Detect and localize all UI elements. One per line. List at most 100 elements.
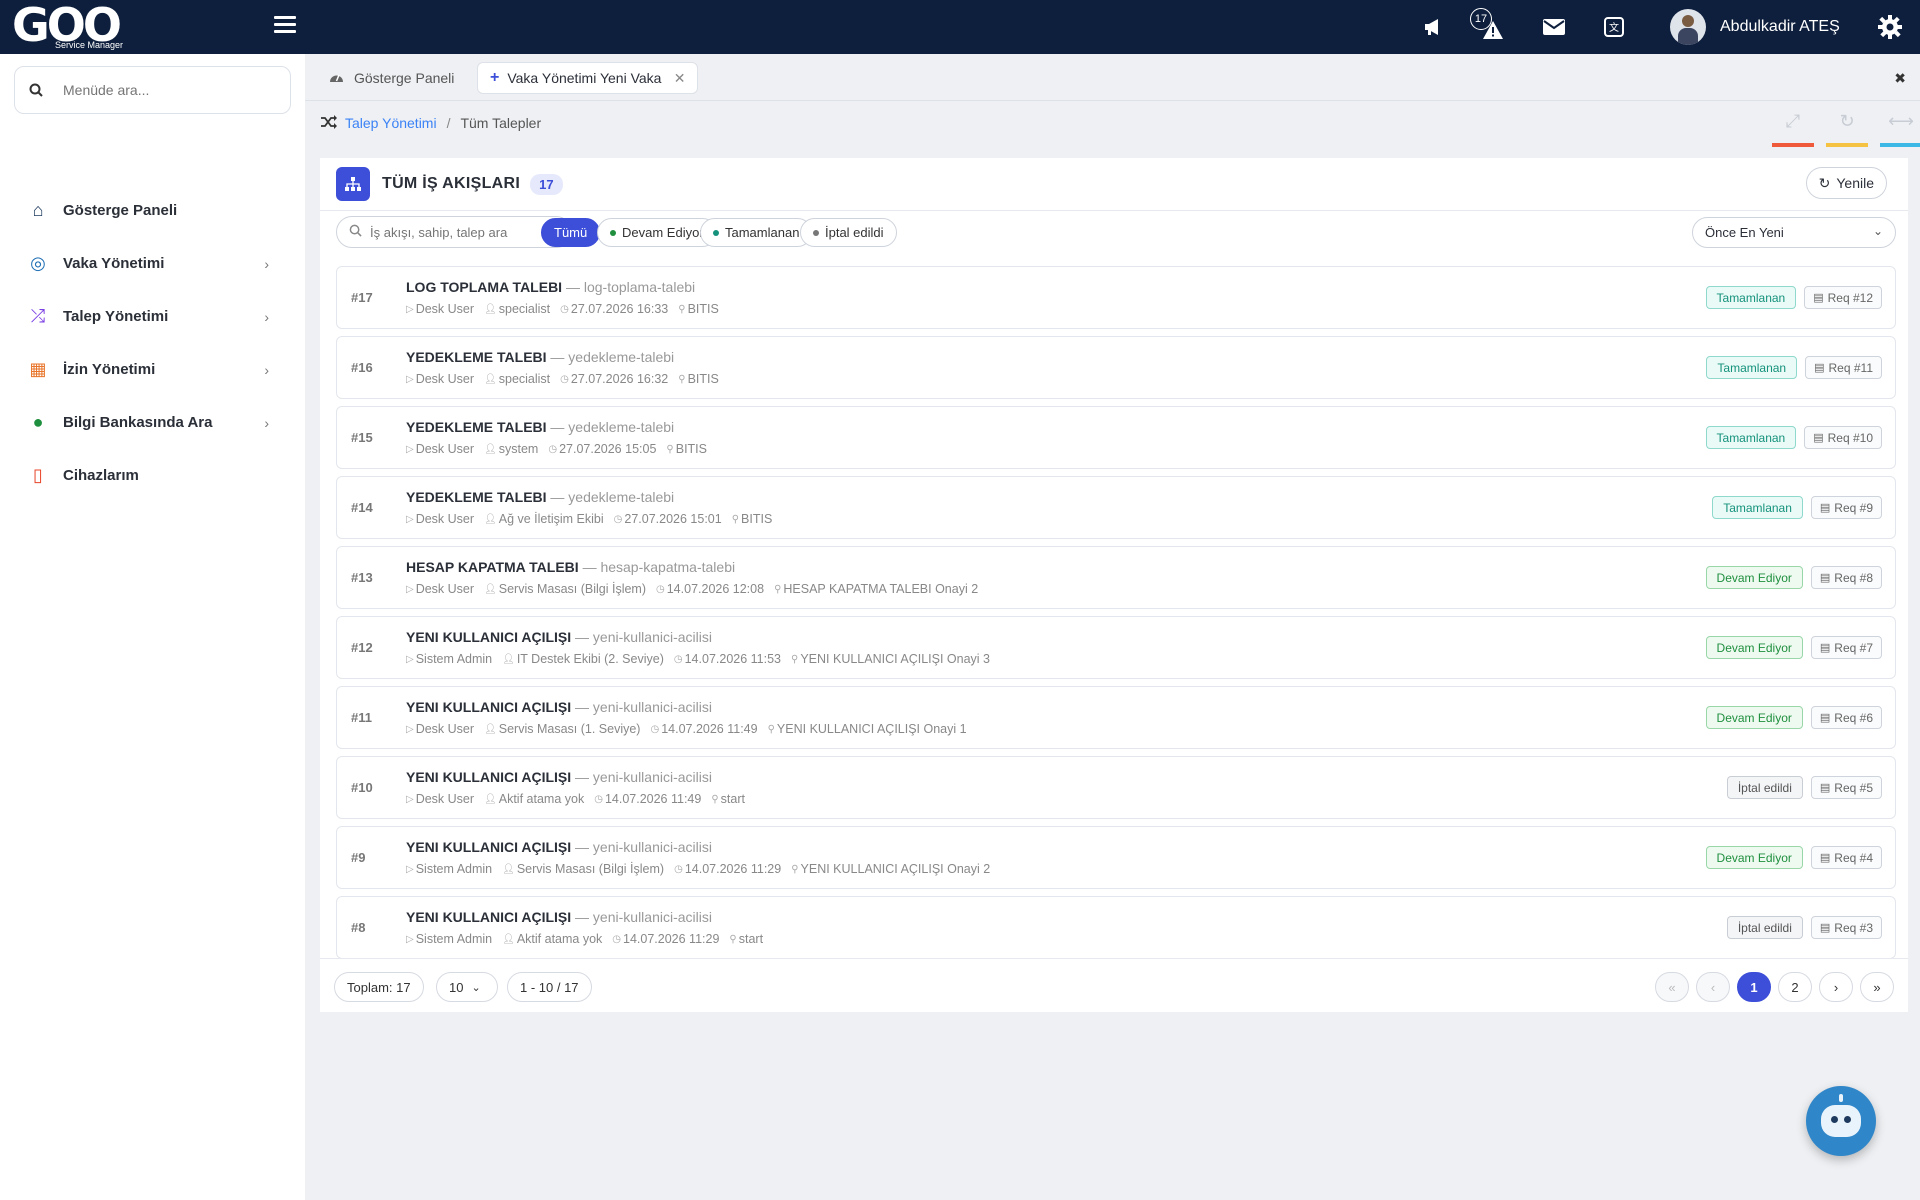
request-label: Req #9 [1834, 500, 1873, 515]
avatar [1670, 9, 1706, 45]
tab-new-case[interactable]: + Vaka Yönetimi Yeni Vaka ✕ [477, 62, 699, 94]
tab-label: Gösterge Paneli [354, 70, 455, 86]
assignee: Servis Masası (Bilgi İşlem) [516, 862, 665, 876]
filter-chip-0[interactable]: Tümü [541, 218, 601, 247]
table-row[interactable]: #15 YEDEKLEME TALEBI — yedekleme-talebi ▷ D… [336, 406, 1896, 469]
table-row[interactable]: #14 YEDEKLEME TALEBI — yedekleme-talebi ▷ D… [336, 476, 1896, 539]
table-row[interactable]: #11 YENI KULLANICI AÇILIŞI — yeni-kullani… [336, 686, 1896, 749]
workflow-search-input[interactable] [370, 224, 560, 240]
request-link[interactable]: ▤ Req #11 [1805, 356, 1882, 379]
request-link[interactable]: ▤ Req #10 [1804, 426, 1882, 449]
sidebar-item-5[interactable]: ▯ Cihazlarım [0, 449, 305, 502]
sort-value: Önce En Yeni [1705, 225, 1784, 240]
workflow-name: HESAP KAPATMA TALEBI [406, 559, 579, 575]
app-logo[interactable]: GOO Service Manager [12, 0, 127, 52]
table-row[interactable]: #8 YENI KULLANICI AÇILIŞI — yeni-kullanic… [336, 896, 1896, 959]
table-row[interactable]: #9 YENI KULLANICI AÇILIŞI — yeni-kullanic… [336, 826, 1896, 889]
request-label: Req #4 [1834, 850, 1873, 865]
tab-dashboard[interactable]: Gösterge Paneli [317, 62, 466, 94]
page-button-2[interactable]: 1 [1737, 972, 1771, 1002]
request-link[interactable]: ▤ Req #7 [1810, 636, 1882, 659]
workflow-title: LOG TOPLAMA TALEBI — log-toplama-talebi [406, 279, 695, 295]
page-size-select[interactable]: 10 ⌄ [436, 972, 498, 1002]
page-button-5[interactable]: » [1860, 972, 1894, 1002]
sort-select[interactable]: Önce En Yeni ⌄ [1692, 217, 1896, 248]
chevron-right-icon: › [264, 308, 269, 325]
mail-icon[interactable] [1541, 14, 1567, 40]
workflow-id: #13 [351, 570, 373, 585]
request-link[interactable]: ▤ Req #6 [1810, 706, 1882, 729]
lifebuoy-icon: ◎ [30, 253, 46, 273]
workflow-name: YENI KULLANICI AÇILIŞI [406, 769, 572, 785]
menu-search-field[interactable] [14, 66, 291, 114]
filter-chip-3[interactable]: İptal edildi [800, 218, 897, 247]
map-pin-icon: ⚲ [711, 793, 719, 805]
page-button-4[interactable]: › [1819, 972, 1853, 1002]
workflow-meta: ▷ Desk User 👤︎ Aktif atama yok ◷ 14.07.2026 1… [406, 792, 745, 806]
workflow-search-field[interactable] [336, 216, 572, 248]
sidebar-item-4[interactable]: ● Bilgi Bankasında Ara › [0, 396, 305, 449]
refresh-button[interactable]: ↻ Yenile [1805, 167, 1887, 199]
current-step: start [738, 932, 764, 946]
table-row[interactable]: #13 HESAP KAPATMA TALEBI — hesap-kapatma-… [336, 546, 1896, 609]
filter-chip-2[interactable]: Tamamlanan [700, 218, 813, 247]
timestamp: 27.07.2026 16:33 [570, 302, 669, 316]
close-tab-icon[interactable]: ✕ [674, 70, 686, 87]
language-icon[interactable]: 文 [1601, 14, 1627, 40]
close-all-tabs-icon[interactable]: ✖ [1894, 70, 1906, 87]
file-icon: ▤ [1819, 572, 1831, 584]
map-pin-icon: ⚲ [731, 513, 740, 525]
table-row[interactable]: #16 YEDEKLEME TALEBI — yedekleme-talebi ▷ D… [336, 336, 1896, 399]
request-link[interactable]: ▤ Req #5 [1810, 776, 1882, 799]
status-badge: İptal edildi [1726, 916, 1803, 939]
table-row[interactable]: #12 YENI KULLANICI AÇILIŞI — yeni-kullani… [336, 616, 1896, 679]
sidebar-item-2[interactable]: ⤮ Talep Yönetimi › [0, 290, 305, 343]
clock-icon: ◷ [612, 933, 622, 945]
request-link[interactable]: ▤ Req #9 [1810, 496, 1882, 519]
workflow-id: #8 [351, 920, 366, 935]
warning-icon[interactable] [1480, 17, 1506, 43]
reload-icon[interactable]: ↻ [1826, 111, 1868, 147]
request-link[interactable]: ▤ Req #8 [1810, 566, 1882, 589]
workflows-panel: TÜM İŞ AKIŞLARI 17 ↻ Yenile Tümü Devam Ed… [320, 158, 1908, 1012]
page-button-1[interactable]: ‹ [1696, 972, 1730, 1002]
sidebar-item-0[interactable]: ⌂ Gösterge Paneli [0, 184, 305, 237]
play-circle-icon: ▷ [406, 653, 414, 665]
workflow-name: YENI KULLANICI AÇILIŞI [406, 629, 572, 645]
request-link[interactable]: ▤ Req #3 [1810, 916, 1882, 939]
menu-toggle-icon[interactable] [274, 16, 296, 36]
breadcrumb-link[interactable]: Talep Yönetimi [345, 115, 437, 131]
menu-search-input[interactable] [63, 82, 263, 98]
filter-chip-1[interactable]: Devam Ediyor [597, 218, 717, 247]
started-by: Desk User [415, 582, 475, 596]
expand-icon[interactable]: ⤢ [1772, 111, 1814, 147]
map-pin-icon: ⚲ [666, 443, 674, 455]
megaphone-icon[interactable] [1421, 14, 1447, 40]
sidebar-item-1[interactable]: ◎ Vaka Yönetimi › [0, 237, 305, 290]
sidebar-item-3[interactable]: ▦ İzin Yönetimi › [0, 343, 305, 396]
play-circle-icon: ▷ [406, 723, 414, 735]
robot-icon [1821, 1105, 1861, 1137]
logo-subtitle: Service Manager [55, 40, 124, 50]
map-pin-icon: ⚲ [678, 373, 686, 385]
page-button-3[interactable]: 2 [1778, 972, 1812, 1002]
table-row[interactable]: #10 YENI KULLANICI AÇILIŞI — yeni-kullani… [336, 756, 1896, 819]
workflow-meta: ▷ Desk User 👤︎ specialist ◷ 27.07.2026 16:32 ⚲… [406, 372, 719, 386]
workflow-name: YENI KULLANICI AÇILIŞI [406, 699, 572, 715]
table-row[interactable]: #17 LOG TOPLAMA TALEBI — log-toplama-tale… [336, 266, 1896, 329]
resize-horizontal-icon[interactable]: ⟷ [1880, 111, 1920, 147]
workflow-meta: ▷ Sistem Admin 👤︎ Servis Masası (Bilgi İşle… [406, 862, 990, 876]
request-link[interactable]: ▤ Req #12 [1804, 286, 1882, 309]
request-link[interactable]: ▤ Req #4 [1810, 846, 1882, 869]
clock-icon: ◷ [594, 793, 603, 805]
page-button-0[interactable]: « [1655, 972, 1689, 1002]
assignee: specialist [498, 302, 551, 316]
total-count: Toplam: 17 [334, 972, 424, 1002]
gear-icon[interactable] [1877, 14, 1903, 40]
workflow-meta: ▷ Desk User 👤︎ specialist ◷ 27.07.2026 16:33 ⚲… [406, 302, 719, 316]
clock-icon: ◷ [560, 373, 569, 385]
timestamp: 14.07.2026 11:53 [684, 652, 781, 666]
user-menu[interactable]: Abdulkadir ATEŞ [1670, 8, 1840, 46]
shuffle-icon [321, 114, 337, 132]
map-pin-icon: ⚲ [791, 863, 799, 875]
